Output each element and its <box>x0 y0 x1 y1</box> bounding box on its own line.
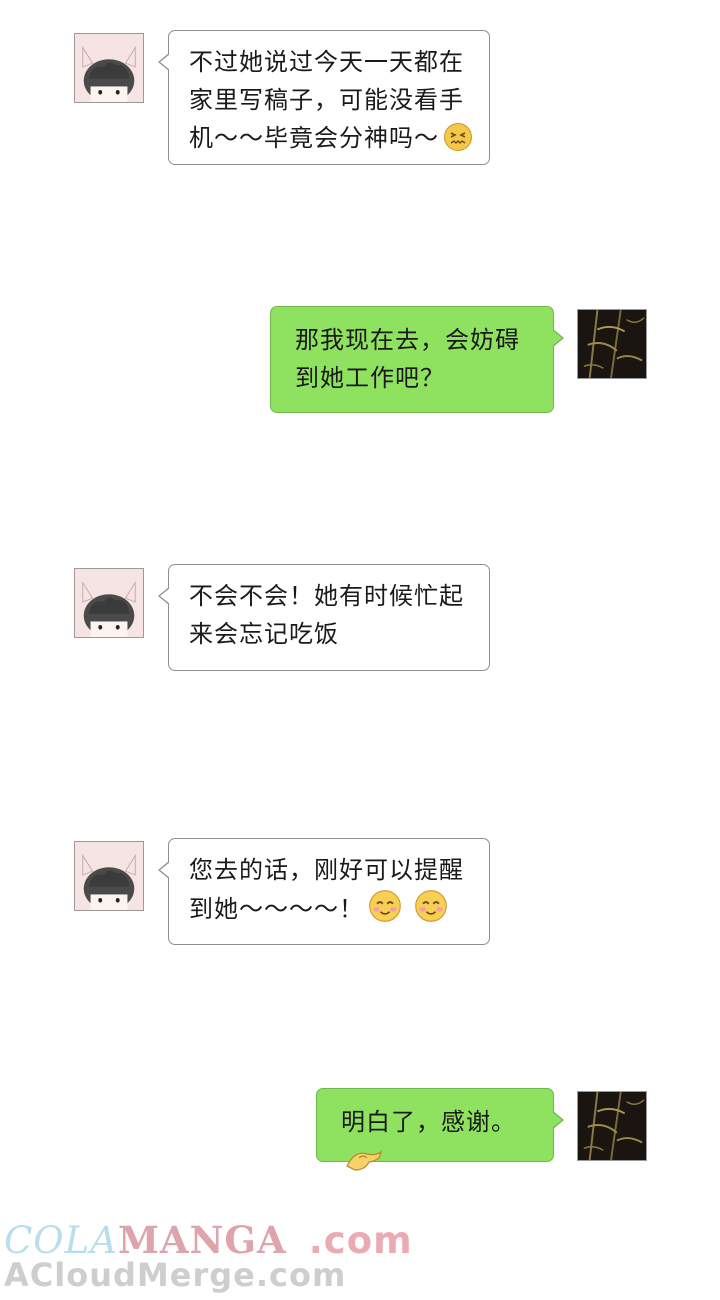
message-line: 您去的话，刚好可以提醒 <box>189 856 464 884</box>
message-bubble-1[interactable]: 不过她说过今天一天都在 家里写稿子，可能没看手 机～～毕竟会分神吗～ <box>158 30 490 165</box>
message-line: 明白了，感谢。 <box>341 1103 539 1179</box>
message-text: 明白了，感谢。 <box>341 1108 516 1136</box>
message-bubble-3[interactable]: 不会不会！她有时候忙起 来会忘记吃饭 <box>158 564 490 671</box>
smiling-face-emoji-icon <box>415 890 447 922</box>
bamboo-icon <box>578 1092 646 1160</box>
smiling-face-emoji-icon <box>369 890 401 922</box>
cat-ear-girl-icon <box>75 569 143 637</box>
message-line: 机～～毕竟会分神吗～ <box>189 119 475 157</box>
ok-hand-emoji-icon <box>346 1150 383 1171</box>
watermark-acloudmerge: ACloudMerge.com <box>4 1256 347 1294</box>
contact-avatar[interactable] <box>74 33 144 103</box>
bamboo-icon <box>578 310 646 378</box>
message-line: 到她～～～～！ <box>189 889 475 928</box>
message-text: 到她～～～～！ <box>189 895 364 923</box>
dizzy-face-emoji-icon <box>444 123 472 151</box>
message-line: 家里写稿子，可能没看手 <box>189 86 464 114</box>
self-avatar[interactable] <box>577 1091 647 1161</box>
contact-avatar[interactable] <box>74 568 144 638</box>
cat-ear-girl-icon <box>75 842 143 910</box>
message-bubble-5[interactable]: 明白了，感谢。 <box>316 1088 564 1171</box>
message-line: 来会忘记吃饭 <box>189 620 339 648</box>
contact-avatar[interactable] <box>74 841 144 911</box>
message-line: 不过她说过今天一天都在 <box>189 48 464 76</box>
self-avatar[interactable] <box>577 309 647 379</box>
message-text: 机～～毕竟会分神吗～ <box>189 124 439 152</box>
message-bubble-4[interactable]: 您去的话，刚好可以提醒 到她～～～～！ <box>158 838 490 945</box>
message-line: 那我现在去，会妨碍 <box>295 326 520 354</box>
cat-ear-girl-icon <box>75 34 143 102</box>
message-line: 不会不会！她有时候忙起 <box>189 582 464 610</box>
message-bubble-2[interactable]: 那我现在去，会妨碍 到她工作吧？ <box>270 306 564 413</box>
message-line: 到她工作吧？ <box>295 364 445 392</box>
